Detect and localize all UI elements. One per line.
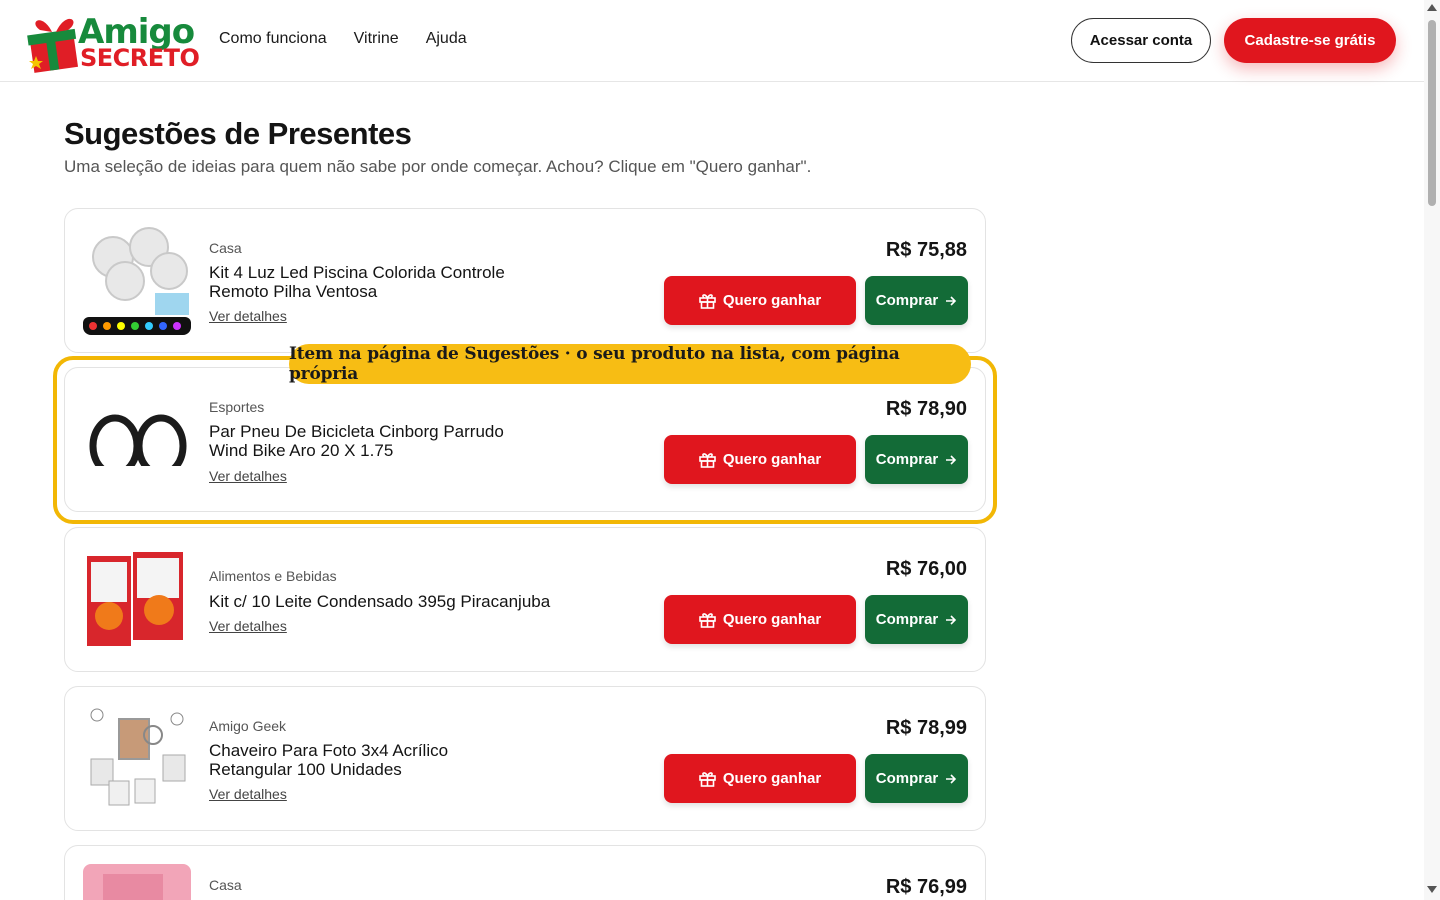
product-price: R$ 76,00 — [885, 558, 967, 580]
gift-icon — [699, 771, 716, 787]
buy-button[interactable]: Comprar — [865, 595, 968, 644]
want-gift-button[interactable]: Quero ganhar — [664, 595, 856, 644]
scrollbar-thumb[interactable] — [1428, 20, 1436, 206]
gift-logo-icon — [27, 18, 79, 73]
buy-label: Comprar — [875, 770, 939, 787]
main-nav: Como funciona Vitrine Ajuda — [219, 30, 467, 48]
scroll-down-arrow-icon[interactable] — [1427, 886, 1437, 893]
scroll-up-arrow-icon[interactable] — [1427, 4, 1437, 11]
product-category: Alimentos e Bebidas — [209, 568, 337, 584]
arrow-right-icon — [946, 773, 957, 784]
product-card: Casa R$ 76,99 — [64, 845, 986, 900]
page-subtitle: Uma seleção de ideias para quem não sabe… — [64, 157, 812, 176]
want-gift-label: Quero ganhar — [722, 770, 822, 787]
product-image-pink-product[interactable] — [83, 864, 191, 900]
product-image-pool-led-lights[interactable] — [83, 227, 191, 335]
product-name[interactable]: Kit c/ 10 Leite Condensado 395g Piracanj… — [209, 592, 609, 611]
details-link[interactable]: Ver detalhes — [209, 308, 287, 324]
product-name[interactable]: Kit 4 Luz Led Piscina Colorida Controle … — [209, 263, 509, 301]
product-image-photo-keychains[interactable] — [83, 705, 191, 813]
want-gift-label: Quero ganhar — [722, 292, 822, 309]
product-image-condensed-milk-boxes[interactable] — [83, 546, 191, 654]
page-title: Sugestões de Presentes — [64, 116, 412, 151]
amigo-secreto-logo[interactable]: Amigo SECRETO — [26, 8, 200, 74]
product-price: R$ 75,88 — [885, 239, 967, 261]
product-card: Casa Kit 4 Luz Led Piscina Colorida Cont… — [64, 208, 986, 353]
product-name[interactable]: Chaveiro Para Foto 3x4 Acrílico Retangul… — [209, 741, 509, 779]
want-gift-label: Quero ganhar — [722, 611, 822, 628]
page-scrollbar[interactable] — [1424, 0, 1440, 900]
login-button[interactable]: Acessar conta — [1071, 18, 1211, 63]
buy-button[interactable]: Comprar — [865, 276, 968, 325]
product-card: Amigo Geek Chaveiro Para Foto 3x4 Acríli… — [64, 686, 986, 831]
product-card: Alimentos e Bebidas Kit c/ 10 Leite Cond… — [64, 527, 986, 672]
signup-button[interactable]: Cadastre-se grátis — [1224, 18, 1396, 63]
product-price: R$ 78,99 — [885, 717, 967, 739]
want-gift-button[interactable]: Quero ganhar — [664, 754, 856, 803]
buy-label: Comprar — [875, 611, 939, 628]
want-gift-button[interactable]: Quero ganhar — [664, 276, 856, 325]
product-category: Amigo Geek — [209, 718, 287, 734]
details-link[interactable]: Ver detalhes — [209, 618, 287, 634]
nav-ajuda[interactable]: Ajuda — [426, 30, 467, 48]
details-link[interactable]: Ver detalhes — [209, 786, 287, 802]
arrow-right-icon — [946, 295, 957, 306]
nav-como-funciona[interactable]: Como funciona — [219, 30, 327, 48]
nav-vitrine[interactable]: Vitrine — [354, 30, 399, 48]
buy-button[interactable]: Comprar — [865, 754, 968, 803]
logo-text-bottom: SECRETO — [80, 44, 200, 72]
product-price: R$ 76,99 — [885, 876, 967, 898]
site-header: Amigo SECRETO Como funciona Vitrine Ajud… — [0, 0, 1424, 82]
gift-icon — [699, 612, 716, 628]
gift-icon — [699, 293, 716, 309]
arrow-right-icon — [946, 614, 957, 625]
product-category: Casa — [209, 877, 242, 893]
highlight-callout: Item na página de Sugestões · o seu prod… — [289, 344, 971, 384]
product-category: Casa — [209, 240, 242, 256]
buy-label: Comprar — [875, 292, 939, 309]
